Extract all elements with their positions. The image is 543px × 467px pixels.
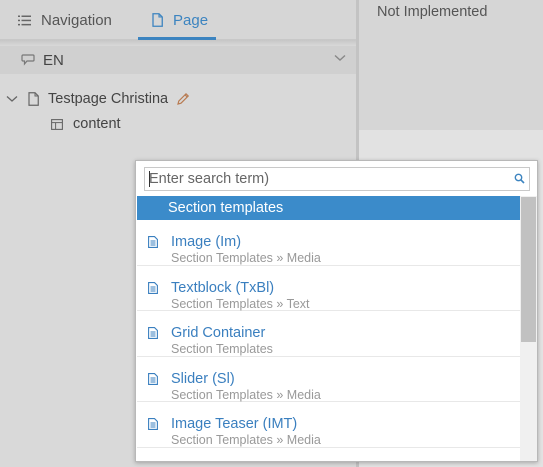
pencil-icon[interactable] (176, 92, 190, 106)
item-path: Section Templates » Media (171, 251, 321, 265)
item-path: Section Templates » Text (171, 296, 310, 311)
list-item[interactable]: Grid Container Section Templates (137, 311, 520, 357)
properties-panel: Not Implemented (359, 0, 543, 130)
layout-icon (51, 118, 63, 130)
tree-item-content-label: content (73, 116, 121, 132)
list-item[interactable]: Image (Im) Section Templates » Media (137, 220, 520, 266)
list-item[interactable]: Image Teaser (IMT) Section Templates » M… (137, 402, 520, 448)
document-icon (148, 281, 158, 294)
document-icon (148, 236, 158, 248)
tree-item-page[interactable]: Testpage Christina (6, 89, 190, 109)
tree-item-content[interactable]: content (51, 115, 121, 133)
scrollbar-thumb[interactable] (521, 197, 536, 342)
template-list: Image (Im) Section Templates » Media Tex… (137, 220, 520, 461)
item-path: Section Templates » Media (171, 433, 321, 447)
language-label: EN (43, 51, 64, 69)
item-title: Image Teaser (IMT) (171, 416, 298, 432)
item-title: Grid Container (171, 325, 266, 341)
language-selector[interactable]: EN (0, 46, 356, 74)
search-input[interactable] (145, 168, 505, 190)
speech-bubble-icon (21, 54, 35, 66)
item-title: Image (Im) (171, 234, 242, 250)
item-path: Section Templates (171, 342, 273, 356)
search-box (144, 167, 530, 191)
panel-tabs: Navigation Page (0, 0, 356, 40)
document-icon (148, 327, 158, 339)
search-icon[interactable] (514, 173, 525, 184)
item-title: Textblock (TxBl) (171, 279, 275, 296)
status-label: Not Implemented (377, 4, 488, 20)
tab-page-label: Page (173, 11, 209, 29)
list-icon (18, 15, 31, 26)
template-picker-dropdown: Section templates Image (Im) Section Tem… (135, 160, 538, 462)
group-header-section-templates[interactable]: Section templates (137, 196, 520, 220)
text-cursor (149, 171, 150, 187)
document-icon (148, 418, 158, 430)
page-icon (152, 13, 163, 27)
tab-navigation[interactable]: Navigation (18, 0, 112, 40)
tab-page[interactable]: Page (138, 0, 216, 40)
page-icon (28, 92, 39, 106)
document-icon (148, 372, 158, 385)
list-item[interactable]: Slider (Sl) Section Templates » Media (137, 357, 520, 402)
tab-navigation-label: Navigation (41, 11, 112, 29)
item-title: Slider (Sl) (171, 370, 235, 387)
chevron-down-icon[interactable] (6, 95, 18, 103)
chevron-down-icon[interactable] (334, 54, 346, 62)
item-path: Section Templates » Media (171, 387, 321, 402)
list-item[interactable]: Textblock (TxBl) Section Templates » Tex… (137, 266, 520, 311)
tree-item-page-label: Testpage Christina (48, 91, 169, 107)
